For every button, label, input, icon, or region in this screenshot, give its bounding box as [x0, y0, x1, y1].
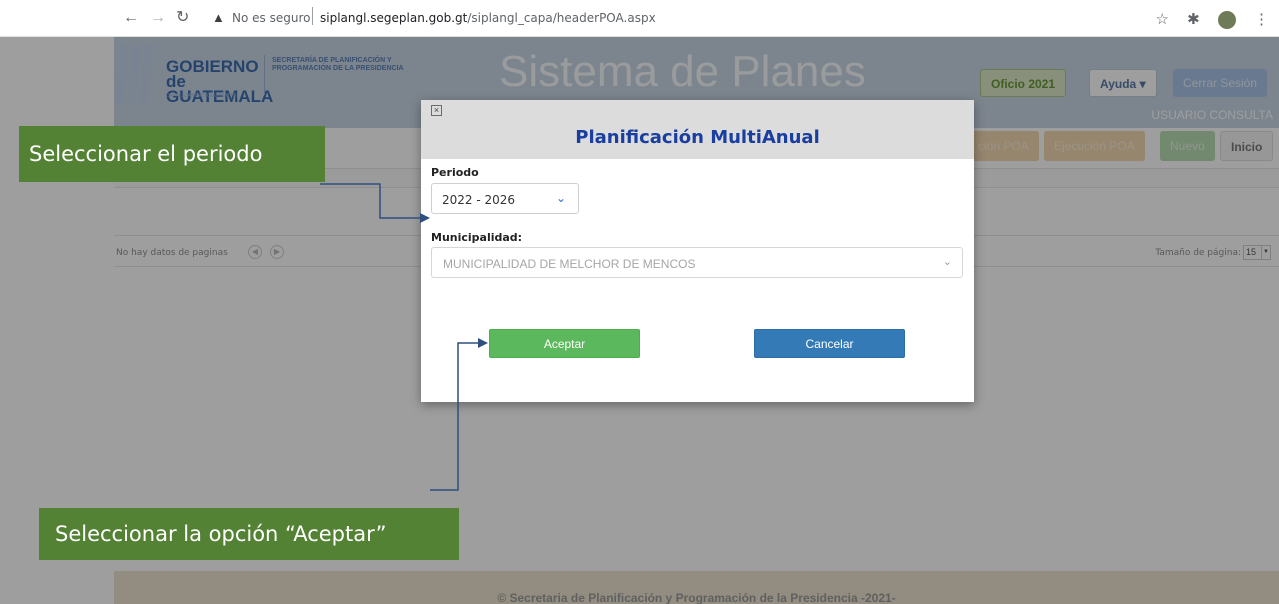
url-host: siplangl.segeplan.gob.gt: [320, 11, 468, 25]
url-separator: [312, 7, 313, 25]
periodo-label: Periodo: [431, 166, 479, 179]
cancelar-button[interactable]: Cancelar: [754, 329, 905, 358]
municipalidad-select[interactable]: MUNICIPALIDAD DE MELCHOR DE MENCOS ⌄: [431, 247, 963, 278]
url-path: /siplangl_capa/headerPOA.aspx: [467, 11, 656, 25]
municipalidad-label: Municipalidad:: [431, 231, 523, 244]
back-arrow-icon[interactable]: ←: [123, 10, 139, 26]
periodo-value: 2022 - 2026: [442, 193, 516, 207]
annotation-select-aceptar: Seleccionar la opción “Aceptar”: [39, 508, 459, 560]
extensions-puzzle-icon[interactable]: ✱: [1187, 11, 1200, 28]
reload-icon[interactable]: ↻: [176, 10, 189, 26]
address-bar[interactable]: ▲ No es seguro siplangl.segeplan.gob.gt/…: [202, 4, 1207, 32]
insecure-label[interactable]: No es seguro: [232, 11, 310, 25]
browser-actions: ☆ ✱ ⋮: [1141, 10, 1269, 30]
url-text[interactable]: siplangl.segeplan.gob.gt/siplangl_capa/h…: [320, 11, 656, 25]
forward-arrow-icon[interactable]: →: [150, 10, 166, 26]
chevron-down-icon: ⌄: [942, 256, 952, 268]
modal-header: × Planificación MultiAnual: [421, 100, 974, 159]
planificacion-modal: × Planificación MultiAnual Periodo 2022 …: [421, 100, 974, 402]
municipalidad-value: MUNICIPALIDAD DE MELCHOR DE MENCOS: [443, 257, 696, 271]
screenshot-root: ← → ↻ ▲ No es seguro siplangl.segeplan.g…: [0, 0, 1279, 604]
aceptar-button[interactable]: Aceptar: [489, 329, 640, 358]
modal-title: Planificación MultiAnual: [575, 127, 820, 148]
periodo-select[interactable]: 2022 - 2026 ⌄: [431, 183, 579, 214]
bookmark-star-icon[interactable]: ☆: [1155, 11, 1168, 28]
browser-toolbar: ← → ↻ ▲ No es seguro siplangl.segeplan.g…: [0, 0, 1279, 37]
profile-avatar-icon[interactable]: [1217, 11, 1236, 30]
annotation-select-periodo: Seleccionar el periodo: [19, 126, 325, 182]
close-icon[interactable]: ×: [431, 105, 442, 116]
warning-triangle-icon[interactable]: ▲: [212, 10, 225, 25]
chevron-down-icon: ⌄: [555, 191, 566, 205]
browser-menu-icon[interactable]: ⋮: [1254, 11, 1269, 28]
